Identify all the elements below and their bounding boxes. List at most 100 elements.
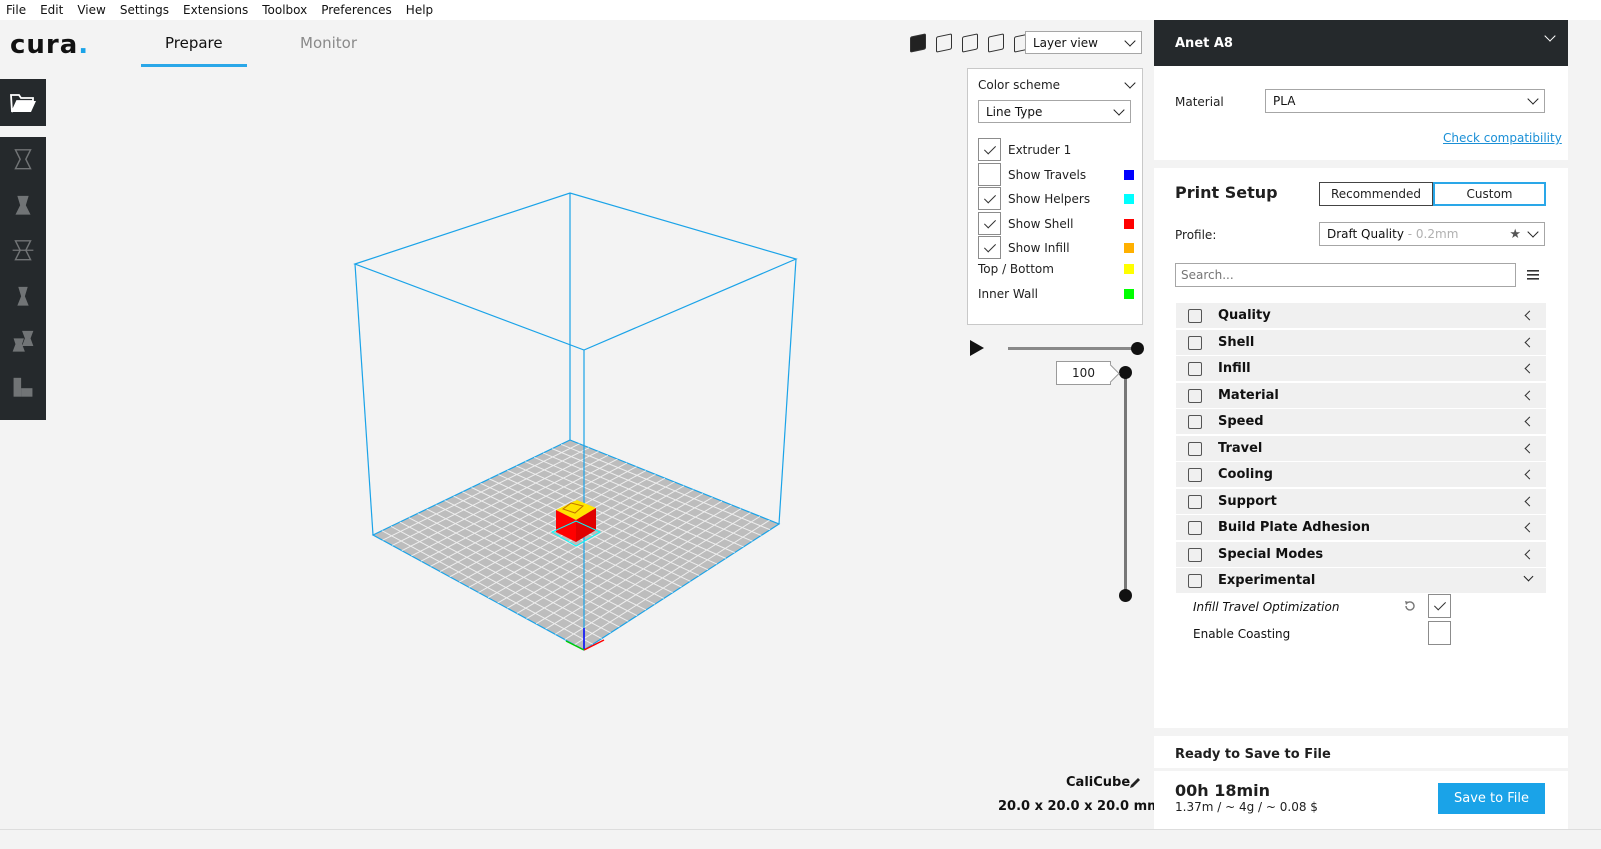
chevron-left-icon [1524, 496, 1535, 506]
cura-logo: cura. [10, 30, 89, 60]
layer-slider-track[interactable] [1124, 372, 1127, 596]
custom-button[interactable]: Custom [1433, 182, 1546, 206]
play-simulation-button[interactable] [970, 340, 984, 356]
settings-menu-icon[interactable] [1527, 269, 1539, 280]
category-material[interactable]: Material [1176, 382, 1546, 408]
tool-bar [0, 137, 46, 420]
legend-label: Inner Wall [978, 287, 1038, 301]
category-label: Special Modes [1218, 546, 1324, 562]
printer-selector[interactable]: Anet A8 [1154, 20, 1568, 66]
star-icon[interactable]: ★ [1509, 227, 1521, 242]
window-edge [1568, 20, 1601, 829]
category-quality[interactable]: Quality [1176, 303, 1546, 328]
setting-label: Enable Coasting [1193, 627, 1291, 641]
menu-extensions[interactable]: Extensions [183, 3, 248, 17]
color-scheme-header[interactable]: Color scheme [978, 77, 1136, 92]
category-infill[interactable]: Infill [1176, 356, 1546, 381]
chevron-left-icon [1524, 310, 1535, 321]
mirror-tool-icon[interactable] [10, 284, 36, 309]
chevron-left-icon [1524, 416, 1535, 427]
checkbox[interactable] [978, 212, 1001, 235]
category-label: Quality [1218, 308, 1271, 323]
app-header: cura. Prepare Monitor Layer view [0, 20, 1180, 68]
per-model-settings-icon[interactable] [10, 329, 36, 354]
support-blocker-icon[interactable] [10, 375, 36, 400]
path-slider-handle[interactable] [1131, 342, 1144, 355]
checkbox[interactable] [978, 138, 1001, 161]
material-value: PLA [1273, 94, 1296, 108]
chevron-down-icon [1527, 226, 1539, 238]
profile-text: Draft Quality - 0.2mm [1327, 227, 1458, 241]
category-experimental[interactable]: Experimental [1176, 568, 1546, 593]
chevron-down-icon [1527, 93, 1539, 105]
layer-slider-top-handle[interactable] [1119, 366, 1132, 379]
save-to-file-button[interactable]: Save to File [1438, 783, 1545, 814]
move-tool-icon[interactable] [10, 147, 36, 172]
top-view-icon[interactable] [962, 33, 978, 53]
view-mode-select[interactable]: Layer view [1025, 31, 1142, 54]
menu-settings[interactable]: Settings [120, 3, 169, 17]
category-label: Build Plate Adhesion [1218, 520, 1371, 535]
reset-icon[interactable] [1403, 599, 1417, 613]
chevron-down-icon [1124, 77, 1136, 89]
tab-monitor[interactable]: Monitor [276, 34, 381, 67]
infill-icon [1188, 362, 1202, 376]
setting-checkbox[interactable] [1428, 594, 1451, 618]
material-select[interactable]: PLA [1265, 89, 1545, 113]
view-mode-value: Layer view [1033, 35, 1098, 50]
pencil-icon[interactable] [1128, 776, 1142, 790]
chevron-down-icon [1523, 571, 1534, 582]
category-cooling[interactable]: Cooling [1176, 462, 1546, 487]
menu-edit[interactable]: Edit [40, 3, 63, 17]
profile-select[interactable]: Draft Quality - 0.2mm ★ [1319, 222, 1545, 246]
chevron-left-icon [1524, 363, 1535, 374]
open-file-button[interactable] [0, 79, 46, 126]
color-scheme-select[interactable]: Line Type [978, 100, 1131, 123]
menu-view[interactable]: View [77, 3, 105, 17]
legend-row: Top / Bottom [978, 262, 1134, 276]
checkbox[interactable] [978, 163, 1001, 186]
left-view-icon[interactable] [988, 33, 1004, 53]
3d-view-icon[interactable] [910, 33, 926, 53]
settings-search-input[interactable] [1175, 263, 1516, 287]
checkmark-icon [983, 141, 996, 155]
layer-option-row[interactable]: Show Shell [978, 212, 1134, 235]
front-view-icon[interactable] [936, 33, 952, 53]
check-compatibility-link[interactable]: Check compatibility [1443, 131, 1562, 145]
quality-icon [1188, 309, 1202, 323]
rotate-tool-icon[interactable] [10, 238, 36, 263]
chevron-left-icon [1524, 469, 1535, 480]
color-swatch [1124, 264, 1134, 274]
object-name: CaliCube [1066, 775, 1131, 790]
layer-slider-bottom-handle[interactable] [1119, 589, 1132, 602]
scale-tool-icon[interactable] [10, 193, 36, 218]
setting-checkbox[interactable] [1428, 621, 1451, 645]
layer-option-row[interactable]: Show Infill [978, 236, 1134, 259]
chevron-left-icon [1524, 443, 1535, 453]
layer-option-row[interactable]: Extruder 1 [978, 138, 1134, 161]
category-label: Infill [1218, 361, 1251, 376]
layer-option-row[interactable]: Show Travels [978, 163, 1134, 186]
checkbox[interactable] [978, 236, 1001, 259]
category-travel[interactable]: Travel [1176, 435, 1546, 461]
layer-option-row[interactable]: Show Helpers [978, 187, 1134, 210]
path-slider-track[interactable] [1008, 347, 1138, 350]
checkbox[interactable] [978, 187, 1001, 210]
category-special-modes[interactable]: Special Modes [1176, 541, 1546, 567]
menu-toolbox[interactable]: Toolbox [262, 3, 307, 17]
category-speed[interactable]: Speed [1176, 409, 1546, 434]
category-support[interactable]: Support [1176, 488, 1546, 514]
category-build-plate-adhesion[interactable]: Build Plate Adhesion [1176, 515, 1546, 540]
tab-prepare[interactable]: Prepare [141, 34, 247, 67]
category-shell[interactable]: Shell [1176, 329, 1546, 355]
color-scheme-label: Color scheme [978, 78, 1061, 92]
menu-preferences[interactable]: Preferences [321, 3, 392, 17]
category-label: Support [1218, 493, 1277, 509]
adhesion-icon [1188, 521, 1202, 535]
layer-view-panel: Color scheme Line Type Extruder 1 Show Tr… [967, 68, 1143, 325]
menu-help[interactable]: Help [406, 3, 433, 17]
menu-file[interactable]: File [6, 3, 26, 17]
logo-dot: . [78, 30, 90, 60]
layer-number-input[interactable]: 100 [1056, 361, 1111, 385]
recommended-button[interactable]: Recommended [1319, 182, 1433, 206]
